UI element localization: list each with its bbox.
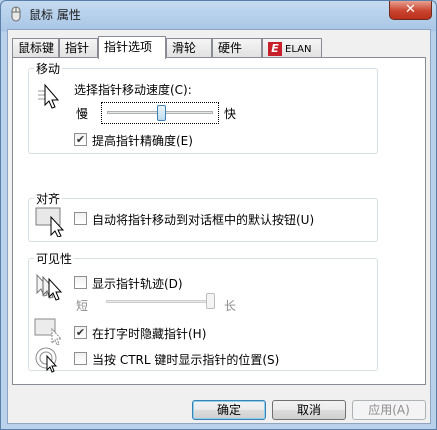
show-location-label[interactable]: 当按 CTRL 键时显示指针的位置(S) — [92, 351, 279, 368]
visibility-group-label: 可见性 — [34, 250, 75, 267]
dialog-body: 鼠标键 指针 指针选项 滑轮 硬件 E ELAN 移动 选择指针移动速度(C):… — [7, 29, 431, 424]
short-label: 短 — [76, 299, 89, 313]
snap-to-label[interactable]: 自动将指针移动到对话框中的默认按钮(U) — [92, 211, 314, 228]
mouse-properties-window: 鼠标 属性 ✕ 鼠标键 指针 指针选项 滑轮 硬件 E ELAN 移动 选择指针… — [0, 0, 437, 430]
show-location-icon — [35, 347, 67, 373]
title-bar[interactable]: 鼠标 属性 ✕ — [1, 1, 436, 27]
tab-pointers-label: 指针 — [65, 41, 90, 55]
trails-label[interactable]: 显示指针轨迹(D) — [92, 275, 183, 292]
precision-label[interactable]: 提高指针精确度(E) — [92, 132, 193, 149]
elan-logo-icon: E — [268, 41, 282, 56]
mouse-icon — [8, 6, 24, 22]
precision-check-mark: ✔ — [75, 133, 86, 146]
slow-label: 慢 — [76, 107, 89, 121]
hide-while-typing-label[interactable]: 在打字时隐藏指针(H) — [92, 325, 206, 342]
tab-pointer-options-label: 指针选项 — [104, 40, 153, 54]
tab-pointer-options[interactable]: 指针选项 — [98, 36, 166, 59]
tab-elan[interactable]: E ELAN — [262, 38, 322, 58]
close-icon: ✕ — [405, 2, 416, 17]
tab-buttons-label: 鼠标键 — [18, 41, 55, 55]
ok-button[interactable]: 确定 — [192, 400, 266, 420]
window-title: 鼠标 属性 — [29, 8, 81, 22]
tab-buttons[interactable]: 鼠标键 — [12, 38, 59, 58]
motion-group: 移动 选择指针移动速度(C): 慢 快 ✔ 提高指针精确度(E) — [28, 60, 378, 154]
trails-length-slider[interactable] — [101, 292, 219, 312]
tab-hardware-label: 硬件 — [218, 41, 243, 55]
pointer-options-page: 移动 选择指针移动速度(C): 慢 快 ✔ 提高指针精确度(E) 对齐 自动将指… — [12, 57, 426, 385]
trails-slider-track — [106, 300, 212, 303]
fast-label: 快 — [224, 107, 237, 121]
snap-to-checkbox[interactable] — [74, 212, 87, 225]
tab-pointers[interactable]: 指针 — [59, 38, 98, 58]
tab-hardware[interactable]: 硬件 — [212, 38, 262, 58]
speed-label: 选择指针移动速度(C): — [74, 83, 192, 97]
speed-slider[interactable] — [101, 102, 219, 124]
pointer-speed-icon — [38, 83, 62, 111]
precision-checkbox[interactable]: ✔ — [74, 133, 87, 146]
trails-slider-thumb[interactable] — [206, 293, 215, 309]
hide-while-typing-icon — [34, 317, 66, 347]
apply-button[interactable]: 应用(A) — [352, 400, 426, 420]
tab-elan-label: ELAN — [285, 44, 312, 55]
motion-group-label: 移动 — [34, 60, 63, 77]
hide-while-typing-checkbox[interactable]: ✔ — [74, 326, 87, 339]
snap-to-group: 对齐 自动将指针移动到对话框中的默认按钮(U) — [28, 190, 378, 242]
speed-slider-thumb[interactable] — [157, 105, 166, 121]
long-label: 长 — [224, 299, 237, 313]
snap-to-icon — [35, 205, 67, 237]
tab-wheel[interactable]: 滑轮 — [166, 38, 212, 58]
trails-checkbox[interactable] — [74, 276, 87, 289]
show-location-checkbox[interactable] — [74, 352, 87, 365]
close-button[interactable]: ✕ — [389, 1, 432, 20]
cancel-button[interactable]: 取消 — [272, 400, 346, 420]
tab-wheel-label: 滑轮 — [172, 41, 197, 55]
visibility-group: 可见性 显示指针轨迹(D) 短 长 ✔ 在打字时隐藏指针(H) 当按 CTRL … — [28, 250, 378, 373]
pointer-trails-icon — [33, 273, 69, 303]
hide-while-typing-check-mark: ✔ — [75, 326, 86, 339]
